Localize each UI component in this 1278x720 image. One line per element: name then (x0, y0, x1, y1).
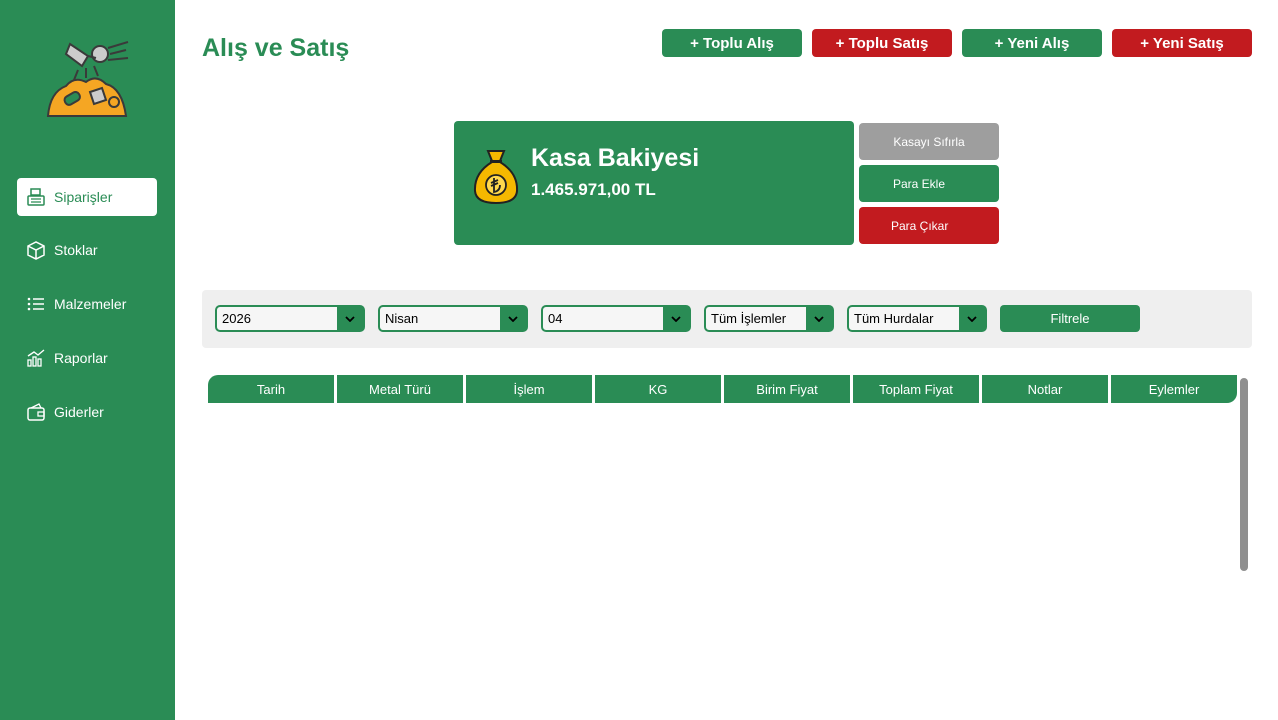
sidebar-item-malzemeler[interactable]: Malzemeler (17, 285, 157, 323)
chart-icon (25, 347, 47, 369)
column-header-metal-type[interactable]: Metal Türü (337, 375, 463, 403)
scrap-type-select[interactable]: Tüm Hurdalar (847, 305, 987, 332)
cash-balance-card: Kasa Bakiyesi 1.465.971,00 TL (454, 121, 854, 245)
operation-select-value: Tüm İşlemler (711, 311, 787, 326)
column-header-date[interactable]: Tarih (208, 375, 334, 403)
sidebar-item-raporlar[interactable]: Raporlar (17, 339, 157, 377)
bulk-purchase-button[interactable]: + Toplu Alış (662, 29, 802, 57)
day-select-value: 04 (548, 311, 563, 326)
chevron-down-icon (663, 307, 689, 330)
chevron-down-icon (500, 307, 526, 330)
month-select[interactable]: Nisan (378, 305, 528, 332)
sidebar-item-giderler[interactable]: Giderler (17, 393, 157, 431)
month-select-value: Nisan (385, 311, 419, 326)
sidebar-item-stoklar[interactable]: Stoklar (17, 231, 157, 269)
column-header-actions[interactable]: Eylemler (1111, 375, 1237, 403)
sidebar-item-label: Siparişler (54, 189, 113, 205)
sidebar-item-siparisler[interactable]: Siparişler (17, 178, 157, 216)
sidebar-item-label: Malzemeler (54, 296, 127, 312)
list-icon (25, 293, 47, 315)
bulk-sale-button[interactable]: + Toplu Satış (812, 29, 952, 57)
chevron-down-icon (337, 307, 363, 330)
sidebar-item-label: Giderler (54, 404, 104, 420)
wallet-icon (25, 401, 47, 423)
scrap-pile-logo (46, 41, 129, 117)
new-purchase-button[interactable]: + Yeni Alış (962, 29, 1102, 57)
scrap-type-select-value: Tüm Hurdalar (854, 311, 934, 326)
column-header-operation[interactable]: İşlem (466, 375, 592, 403)
balance-title: Kasa Bakiyesi (531, 144, 700, 172)
year-select[interactable]: 2026 (215, 305, 365, 332)
balance-amount: 1.465.971,00 TL (531, 180, 656, 199)
operation-select[interactable]: Tüm İşlemler (704, 305, 834, 332)
table-scrollbar[interactable] (1240, 378, 1248, 571)
sidebar-item-label: Raporlar (54, 350, 108, 366)
column-header-kg[interactable]: KG (595, 375, 721, 403)
sidebar-item-label: Stoklar (54, 242, 98, 258)
chevron-down-icon (959, 307, 985, 330)
box-icon (25, 239, 47, 261)
add-money-button[interactable]: Para Ekle (859, 165, 999, 202)
money-bag-icon (473, 150, 519, 205)
reset-cash-button[interactable]: Kasayı Sıfırla (859, 123, 999, 160)
app-window: Siparişler Stoklar Malzemeler Raporlar G (0, 0, 1278, 720)
register-icon (25, 186, 47, 208)
column-header-total-price[interactable]: Toplam Fiyat (853, 375, 979, 403)
sidebar: Siparişler Stoklar Malzemeler Raporlar G (0, 0, 175, 720)
withdraw-money-button[interactable]: Para Çıkar (859, 207, 999, 244)
new-sale-button[interactable]: + Yeni Satış (1112, 29, 1252, 57)
transactions-table-header: Tarih Metal Türü İşlem KG Birim Fiyat To… (208, 375, 1237, 403)
page-title: Alış ve Satış (202, 34, 350, 62)
year-select-value: 2026 (222, 311, 251, 326)
column-header-unit-price[interactable]: Birim Fiyat (724, 375, 850, 403)
day-select[interactable]: 04 (541, 305, 691, 332)
chevron-down-icon (806, 307, 832, 330)
column-header-notes[interactable]: Notlar (982, 375, 1108, 403)
filter-button[interactable]: Filtrele (1000, 305, 1140, 332)
filter-bar: 2026 Nisan 04 Tüm İşlemler Tüm Hurdalar … (202, 290, 1252, 348)
